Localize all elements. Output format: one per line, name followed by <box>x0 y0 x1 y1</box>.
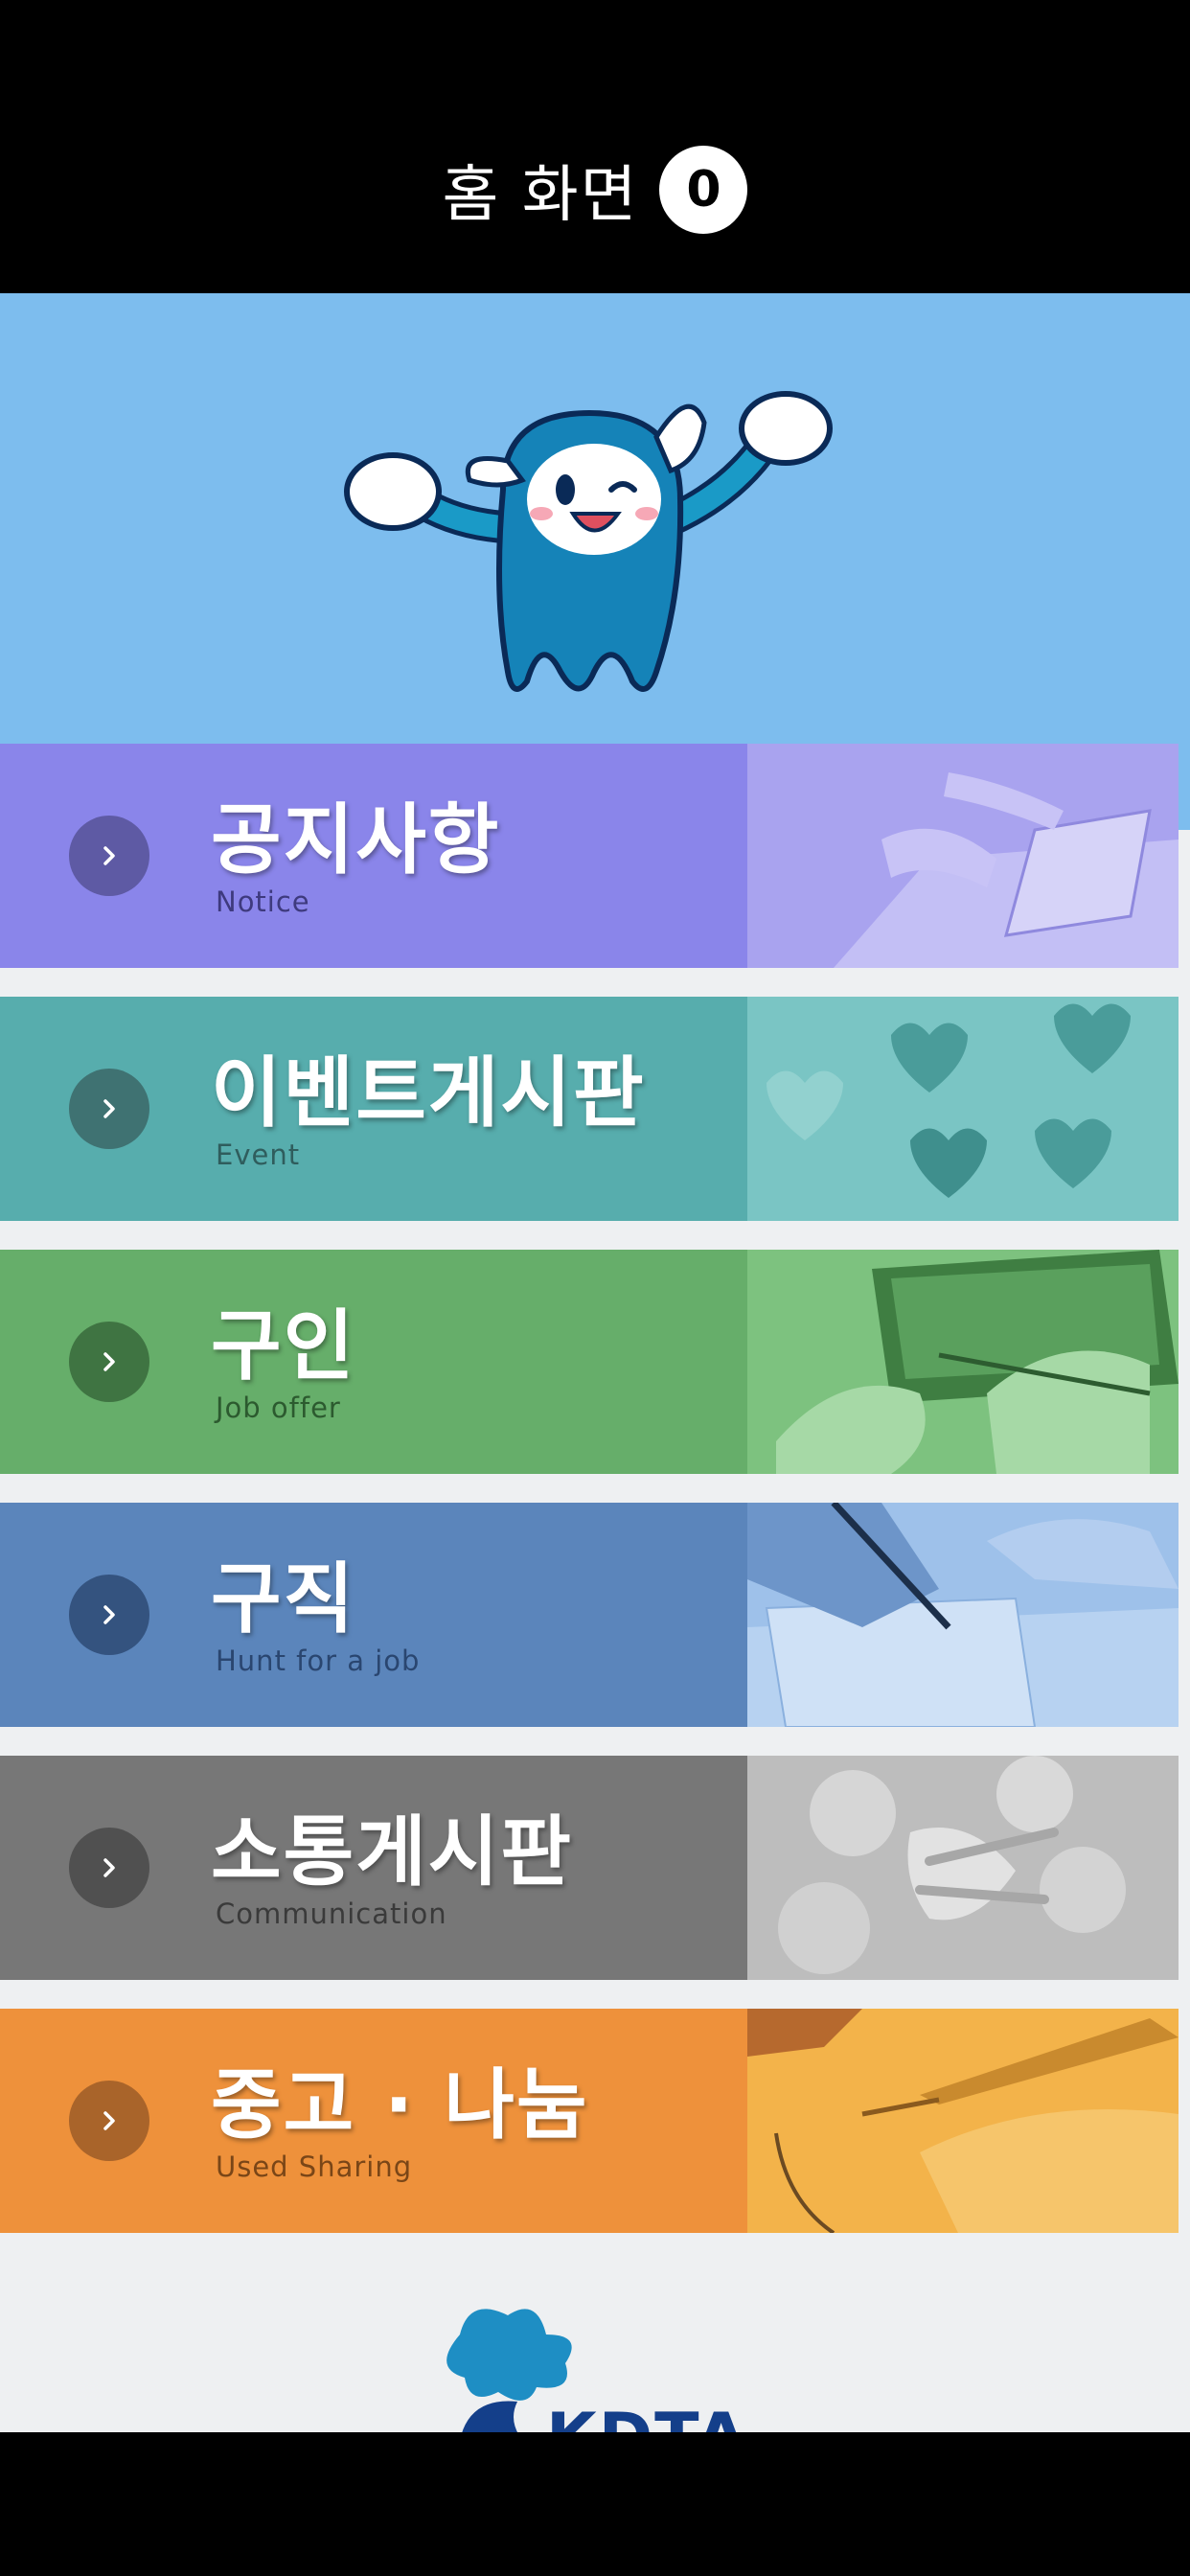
chevron-right-icon[interactable] <box>69 1322 149 1402</box>
menu-item-hunt-for-a-job[interactable]: 구직 Hunt for a job <box>0 1503 1179 1727</box>
chevron-right-icon[interactable] <box>69 1828 149 1908</box>
used-sharing-photo <box>747 2009 1179 2233</box>
notice-photo <box>747 744 1179 968</box>
menu-item-event[interactable]: 이벤트게시판 Event <box>0 997 1179 1221</box>
top-bar: 홈 화면 0 <box>0 0 1190 293</box>
chevron-right-icon[interactable] <box>69 1069 149 1149</box>
menu-list: 공지사항 Notice 이벤트게시판 Event 구인 Job offer 구직… <box>0 744 1190 2475</box>
menu-card-left: 공지사항 Notice <box>0 744 747 968</box>
menu-title: 소통게시판 <box>211 1807 573 1897</box>
menu-title: 구직 <box>211 1554 356 1644</box>
header-title-group: 홈 화면 0 <box>443 146 748 234</box>
menu-title: 공지사항 <box>211 795 501 885</box>
menu-item-used-sharing[interactable]: 중고 · 나눔 Used Sharing <box>0 2009 1179 2233</box>
menu-card-left: 이벤트게시판 Event <box>0 997 747 1221</box>
communication-photo <box>747 1756 1179 1980</box>
menu-subtitle: Communication <box>216 1898 447 1930</box>
chevron-right-icon[interactable] <box>69 1575 149 1655</box>
menu-item-notice[interactable]: 공지사항 Notice <box>0 744 1179 968</box>
menu-subtitle: Notice <box>216 886 310 918</box>
menu-subtitle: Event <box>216 1138 301 1171</box>
menu-subtitle: Job offer <box>216 1392 341 1424</box>
page-title: 홈 화면 <box>442 160 639 231</box>
bottom-bar <box>0 2432 1190 2576</box>
chevron-right-icon[interactable] <box>69 816 149 896</box>
menu-title: 이벤트게시판 <box>211 1048 646 1138</box>
tooth-mascot-icon <box>344 391 833 692</box>
menu-subtitle: Used Sharing <box>216 2150 413 2183</box>
notification-badge[interactable]: 0 <box>659 146 748 234</box>
chevron-right-icon[interactable] <box>69 2081 149 2161</box>
hunt-for-a-job-photo <box>747 1503 1179 1727</box>
menu-item-communication[interactable]: 소통게시판 Communication <box>0 1756 1179 1980</box>
menu-subtitle: Hunt for a job <box>216 1644 421 1677</box>
kdta-logo: KDTA <box>402 2296 786 2475</box>
menu-item-job-offer[interactable]: 구인 Job offer <box>0 1250 1179 1474</box>
job-offer-photo <box>747 1250 1179 1474</box>
menu-card-left: 중고 · 나눔 Used Sharing <box>0 2009 747 2233</box>
menu-title: 구인 <box>211 1301 356 1391</box>
menu-card-left: 구인 Job offer <box>0 1250 747 1474</box>
menu-card-left: 구직 Hunt for a job <box>0 1503 747 1727</box>
menu-card-left: 소통게시판 Communication <box>0 1756 747 1980</box>
event-photo <box>747 997 1179 1221</box>
menu-title: 중고 · 나눔 <box>211 2060 589 2150</box>
